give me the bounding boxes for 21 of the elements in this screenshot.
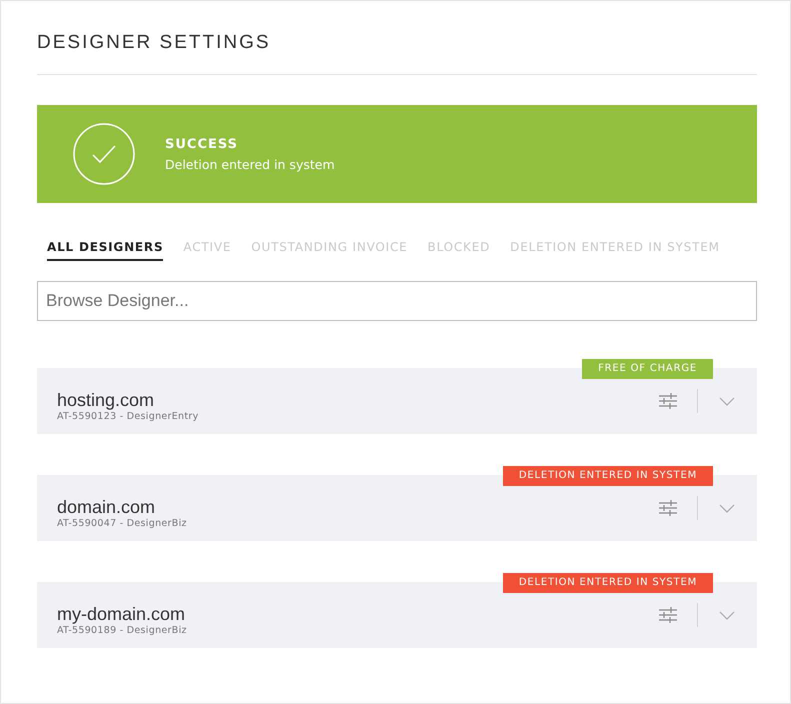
status-tag: DELETION ENTERED IN SYSTEM bbox=[502, 573, 713, 593]
page-title: DESIGNER SETTINGS bbox=[37, 31, 272, 54]
designer-detail: AT-5590123 - DesignerEntry bbox=[57, 411, 200, 422]
settings-button[interactable] bbox=[659, 607, 677, 623]
filter-tab[interactable]: ALL DESIGNERS bbox=[47, 239, 164, 261]
settings-button[interactable] bbox=[659, 500, 677, 516]
expand-button[interactable] bbox=[719, 610, 735, 620]
expand-button[interactable] bbox=[719, 504, 735, 512]
designer-name: my-domain.com bbox=[57, 604, 186, 625]
designer-name: domain.com bbox=[57, 497, 156, 518]
search-field[interactable]: Browse Designer... bbox=[37, 281, 757, 321]
checkmark-icon bbox=[73, 123, 135, 185]
alert-message: Deletion entered in system bbox=[165, 156, 335, 172]
status-tag: DELETION ENTERED IN SYSTEM bbox=[502, 466, 713, 486]
status-tag: FREE OF CHARGE bbox=[582, 359, 713, 379]
designer-detail: AT-5590047 - DesignerBiz bbox=[57, 518, 188, 529]
expand-button[interactable] bbox=[719, 396, 735, 406]
alert-heading: SUCCESS bbox=[165, 136, 240, 152]
designer-name: hosting.com bbox=[57, 390, 156, 411]
settings-button[interactable] bbox=[659, 393, 677, 409]
designer-detail: AT-5590189 - DesignerBiz bbox=[57, 625, 188, 636]
